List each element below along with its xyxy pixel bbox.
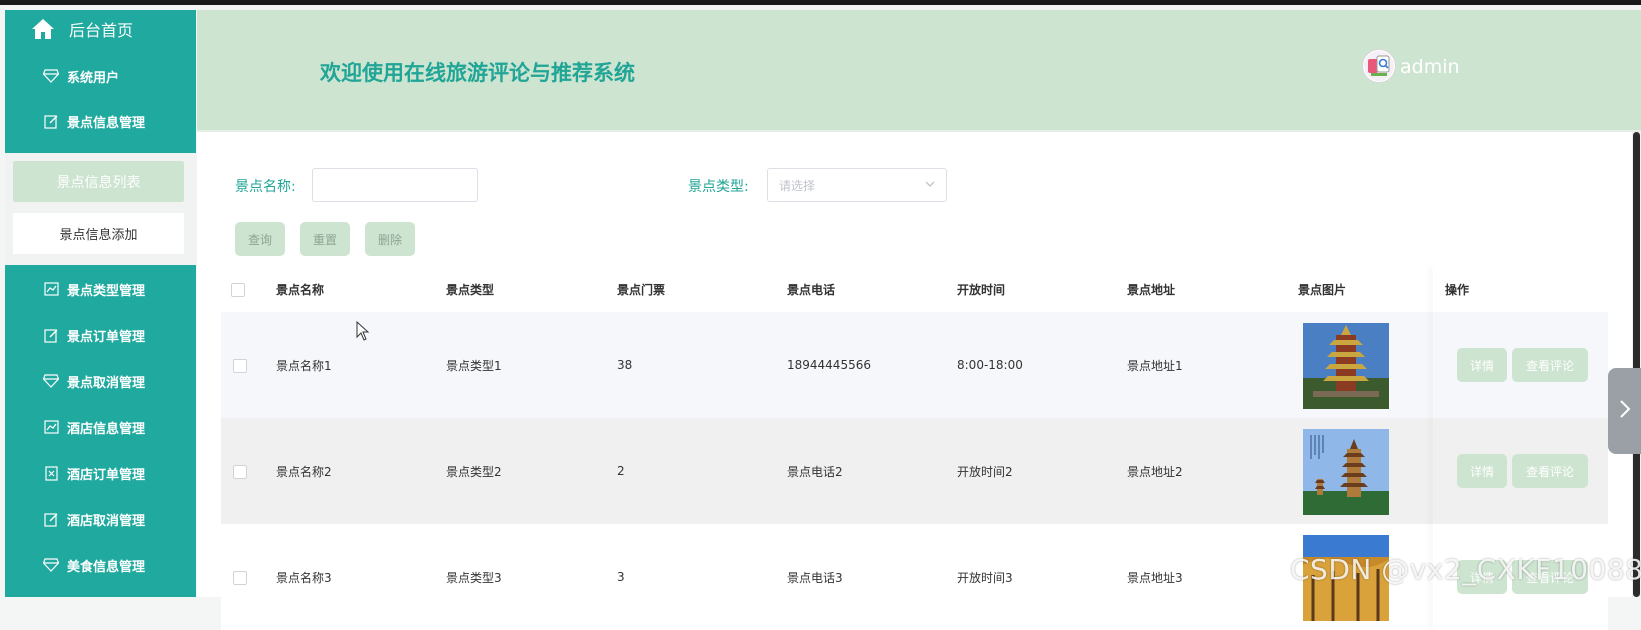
header-ticket: 景点门票 bbox=[617, 283, 666, 297]
view-comments-button[interactable]: 查看评论 bbox=[1512, 348, 1588, 382]
scrollbar-thumb[interactable] bbox=[1633, 132, 1640, 597]
cell-name: 景点名称1 bbox=[276, 358, 332, 373]
chevron-down-icon bbox=[924, 178, 936, 193]
cell-type: 景点类型3 bbox=[446, 570, 502, 585]
submenu-item-spot-add[interactable]: 景点信息添加 bbox=[13, 213, 184, 254]
sidebar-item-food-info[interactable]: 美食信息管理 bbox=[5, 548, 196, 582]
sidebar-item-label: 酒店取消管理 bbox=[67, 513, 146, 529]
sidebar-item-label: 酒店信息管理 bbox=[67, 421, 146, 437]
cell-hours: 开放时间2 bbox=[957, 464, 1013, 479]
header-hours: 开放时间 bbox=[957, 283, 1006, 297]
query-button[interactable]: 查询 bbox=[235, 222, 285, 256]
detail-button[interactable]: 详情 bbox=[1457, 454, 1507, 488]
cell-type: 景点类型2 bbox=[446, 464, 502, 479]
edit-icon bbox=[43, 113, 59, 129]
home-icon bbox=[31, 17, 55, 41]
table-row: 景点名称1 景点类型1 38 18944445566 8:00-18:00 景点… bbox=[221, 312, 1608, 418]
view-comments-button[interactable]: 查看评论 bbox=[1512, 454, 1588, 488]
diamond-icon bbox=[43, 373, 59, 389]
header-type: 景点类型 bbox=[446, 283, 495, 297]
spot-type-label: 景点类型: bbox=[688, 179, 749, 195]
mouse-cursor-icon bbox=[356, 320, 370, 345]
cell-ticket: 3 bbox=[617, 570, 625, 584]
header-phone: 景点电话 bbox=[787, 283, 836, 297]
sidebar-item-label: 景点订单管理 bbox=[67, 329, 146, 345]
sidebar-item-label: 美食信息管理 bbox=[67, 559, 146, 575]
detail-button[interactable]: 详情 bbox=[1457, 348, 1507, 382]
sidebar-item-home[interactable]: 后台首页 bbox=[5, 12, 196, 46]
select-placeholder: 请选择 bbox=[779, 178, 816, 193]
cell-phone: 18944445566 bbox=[787, 358, 871, 372]
cell-phone: 景点电话2 bbox=[787, 464, 843, 479]
submenu-item-spot-list[interactable]: 景点信息列表 bbox=[13, 161, 184, 202]
chart-icon bbox=[43, 419, 59, 435]
spot-name-input[interactable] bbox=[312, 168, 478, 202]
table-row: 景点名称2 景点类型2 2 景点电话2 开放时间2 景点地址2 详情 查看评论 bbox=[221, 418, 1608, 524]
cell-phone: 景点电话3 bbox=[787, 570, 843, 585]
user-name[interactable]: admin bbox=[1400, 56, 1460, 78]
row-checkbox[interactable] bbox=[233, 571, 247, 585]
chart-icon bbox=[43, 281, 59, 297]
cell-name: 景点名称3 bbox=[276, 570, 332, 585]
header-actions: 操作 bbox=[1445, 283, 1470, 297]
cell-hours: 8:00-18:00 bbox=[957, 358, 1023, 372]
sidebar-item-system-users[interactable]: 系统用户 bbox=[5, 59, 196, 93]
sidebar-item-label: 系统用户 bbox=[67, 70, 120, 86]
select-all-checkbox[interactable] bbox=[231, 283, 245, 297]
chevron-right-icon bbox=[1618, 399, 1632, 423]
delete-button[interactable]: 删除 bbox=[365, 222, 415, 256]
sidebar-item-hotel-info[interactable]: 酒店信息管理 bbox=[5, 410, 196, 444]
sidebar-submenu: 景点信息列表 景点信息添加 bbox=[5, 153, 196, 265]
cell-address: 景点地址1 bbox=[1127, 358, 1183, 373]
row-checkbox[interactable] bbox=[233, 465, 247, 479]
table-header: 景点名称 景点类型 景点门票 景点电话 开放时间 景点地址 景点图片 操作 bbox=[221, 267, 1608, 312]
cell-type: 景点类型1 bbox=[446, 358, 502, 373]
cell-address: 景点地址2 bbox=[1127, 464, 1183, 479]
header-address: 景点地址 bbox=[1127, 283, 1176, 297]
row-checkbox[interactable] bbox=[233, 359, 247, 373]
edit-icon bbox=[43, 327, 59, 343]
header-image: 景点图片 bbox=[1298, 283, 1347, 297]
expand-panel-tab[interactable] bbox=[1608, 368, 1641, 454]
sidebar-item-label: 酒店订单管理 bbox=[67, 467, 146, 483]
sidebar-item-label: 后台首页 bbox=[69, 21, 134, 40]
cell-hours: 开放时间3 bbox=[957, 570, 1013, 585]
top-header: 欢迎使用在线旅游评论与推荐系统 admin bbox=[197, 10, 1641, 132]
header-name: 景点名称 bbox=[276, 283, 325, 297]
reset-button[interactable]: 重置 bbox=[300, 222, 350, 256]
sidebar-item-label: 景点信息管理 bbox=[67, 115, 146, 131]
spot-type-select[interactable]: 请选择 bbox=[767, 168, 947, 202]
avatar[interactable] bbox=[1362, 49, 1396, 83]
spot-name-label: 景点名称: bbox=[235, 179, 296, 195]
sidebar: 后台首页 系统用户 景点信息管理 景点信息列表 景点信息添加 景点类型管理 景点… bbox=[5, 10, 196, 597]
diamond-icon bbox=[43, 557, 59, 573]
watermark: CSDN @vx2_CXKF10088 bbox=[1290, 553, 1641, 586]
page-title: 欢迎使用在线旅游评论与推荐系统 bbox=[320, 61, 635, 85]
cell-address: 景点地址3 bbox=[1127, 570, 1183, 585]
sidebar-item-spot-orders[interactable]: 景点订单管理 bbox=[5, 318, 196, 352]
sidebar-item-label: 景点取消管理 bbox=[67, 375, 146, 391]
sidebar-item-hotel-cancel[interactable]: 酒店取消管理 bbox=[5, 502, 196, 536]
cell-name: 景点名称2 bbox=[276, 464, 332, 479]
document-icon bbox=[43, 465, 59, 481]
cell-ticket: 38 bbox=[617, 358, 633, 372]
spot-image[interactable] bbox=[1303, 323, 1389, 409]
sidebar-item-spot-type[interactable]: 景点类型管理 bbox=[5, 272, 196, 306]
diamond-icon bbox=[43, 68, 59, 84]
sidebar-item-hotel-orders[interactable]: 酒店订单管理 bbox=[5, 456, 196, 490]
sidebar-item-label: 景点类型管理 bbox=[67, 283, 146, 299]
sidebar-item-spot-info[interactable]: 景点信息管理 bbox=[5, 104, 196, 138]
sidebar-item-spot-cancel[interactable]: 景点取消管理 bbox=[5, 364, 196, 398]
cell-ticket: 2 bbox=[617, 464, 625, 478]
scrollbar[interactable] bbox=[1632, 132, 1641, 597]
main-panel: 景点名称: 景点类型: 请选择 查询 重置 删除 景点名称 景点类型 景点门票 … bbox=[197, 132, 1632, 630]
edit-icon bbox=[43, 511, 59, 527]
spot-image[interactable] bbox=[1303, 429, 1389, 515]
